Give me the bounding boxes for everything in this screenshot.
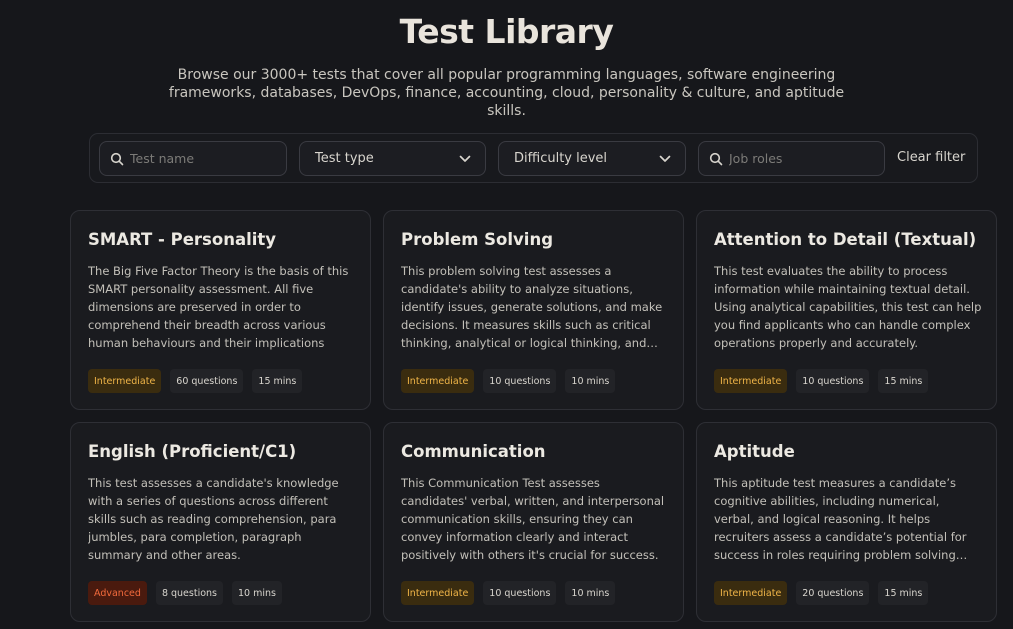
question-count-badge: 10 questions	[483, 581, 557, 605]
chevron-down-icon	[458, 152, 472, 166]
search-icon	[110, 152, 124, 166]
card-description: The Big Five Factor Theory is the basis …	[88, 264, 349, 350]
test-name-field[interactable]	[99, 141, 287, 176]
test-card[interactable]: Communication This Communication Test as…	[383, 422, 684, 622]
card-title: Communication	[401, 442, 546, 461]
duration-badge: 15 mins	[878, 369, 929, 393]
difficulty-select[interactable]: Difficulty level	[498, 141, 686, 176]
test-card[interactable]: Attention to Detail (Textual) This test …	[696, 210, 997, 410]
duration-badge: 10 mins	[565, 581, 616, 605]
test-card[interactable]: Aptitude This aptitude test measures a c…	[696, 422, 997, 622]
job-roles-input[interactable]	[729, 151, 869, 166]
card-description: This test assesses a candidate's knowled…	[88, 476, 339, 562]
test-name-input[interactable]	[130, 151, 270, 166]
difficulty-badge: Intermediate	[714, 581, 788, 605]
difficulty-badge: Intermediate	[88, 369, 162, 393]
difficulty-badge: Intermediate	[714, 369, 788, 393]
question-count-badge: 60 questions	[170, 369, 244, 393]
difficulty-badge: Advanced	[88, 581, 147, 605]
question-count-badge: 10 questions	[796, 369, 870, 393]
question-count-badge: 10 questions	[483, 369, 557, 393]
card-tags: Intermediate 20 questions 15 mins	[714, 581, 929, 605]
test-card[interactable]: Problem Solving This problem solving tes…	[383, 210, 684, 410]
card-title: Attention to Detail (Textual)	[714, 230, 977, 249]
card-description: This Communication Test assesses candida…	[401, 476, 665, 562]
test-type-label: Test type	[315, 151, 374, 166]
duration-badge: 10 mins	[232, 581, 282, 605]
question-count-badge: 20 questions	[796, 581, 870, 605]
card-tags: Intermediate 10 questions 10 mins	[401, 581, 616, 605]
card-title: Problem Solving	[401, 230, 554, 249]
job-roles-field[interactable]	[698, 141, 885, 176]
card-description: This aptitude test measures a candidate’…	[714, 476, 967, 562]
card-tags: Advanced 8 questions 10 mins	[88, 581, 282, 605]
page-subtitle: Browse our 3000+ tests that cover all po…	[168, 67, 845, 119]
clear-filter-button[interactable]: Clear filter	[897, 150, 965, 165]
card-title: Aptitude	[714, 442, 795, 461]
card-description: This problem solving test assesses a can…	[401, 264, 663, 350]
duration-badge: 10 mins	[565, 369, 616, 393]
difficulty-badge: Intermediate	[401, 369, 475, 393]
difficulty-badge: Intermediate	[401, 581, 475, 605]
chevron-down-icon	[658, 152, 672, 166]
test-type-select[interactable]: Test type	[299, 141, 486, 176]
page-title: Test Library	[399, 12, 614, 51]
card-tags: Intermediate 10 questions 10 mins	[401, 369, 616, 393]
test-card[interactable]: English (Proficient/C1) This test assess…	[70, 422, 371, 622]
card-title: SMART - Personality	[88, 230, 277, 249]
card-description: This test evaluates the ability to proce…	[714, 264, 982, 350]
difficulty-label: Difficulty level	[514, 151, 608, 166]
test-card[interactable]: SMART - Personality The Big Five Factor …	[70, 210, 371, 410]
filter-bar: Test type Difficulty level Clear filter	[89, 133, 978, 183]
duration-badge: 15 mins	[252, 369, 303, 393]
question-count-badge: 8 questions	[155, 581, 223, 605]
card-title: English (Proficient/C1)	[88, 442, 297, 461]
card-tags: Intermediate 60 questions 15 mins	[88, 369, 303, 393]
duration-badge: 15 mins	[878, 581, 929, 605]
search-icon	[709, 152, 723, 166]
card-tags: Intermediate 10 questions 15 mins	[714, 369, 929, 393]
